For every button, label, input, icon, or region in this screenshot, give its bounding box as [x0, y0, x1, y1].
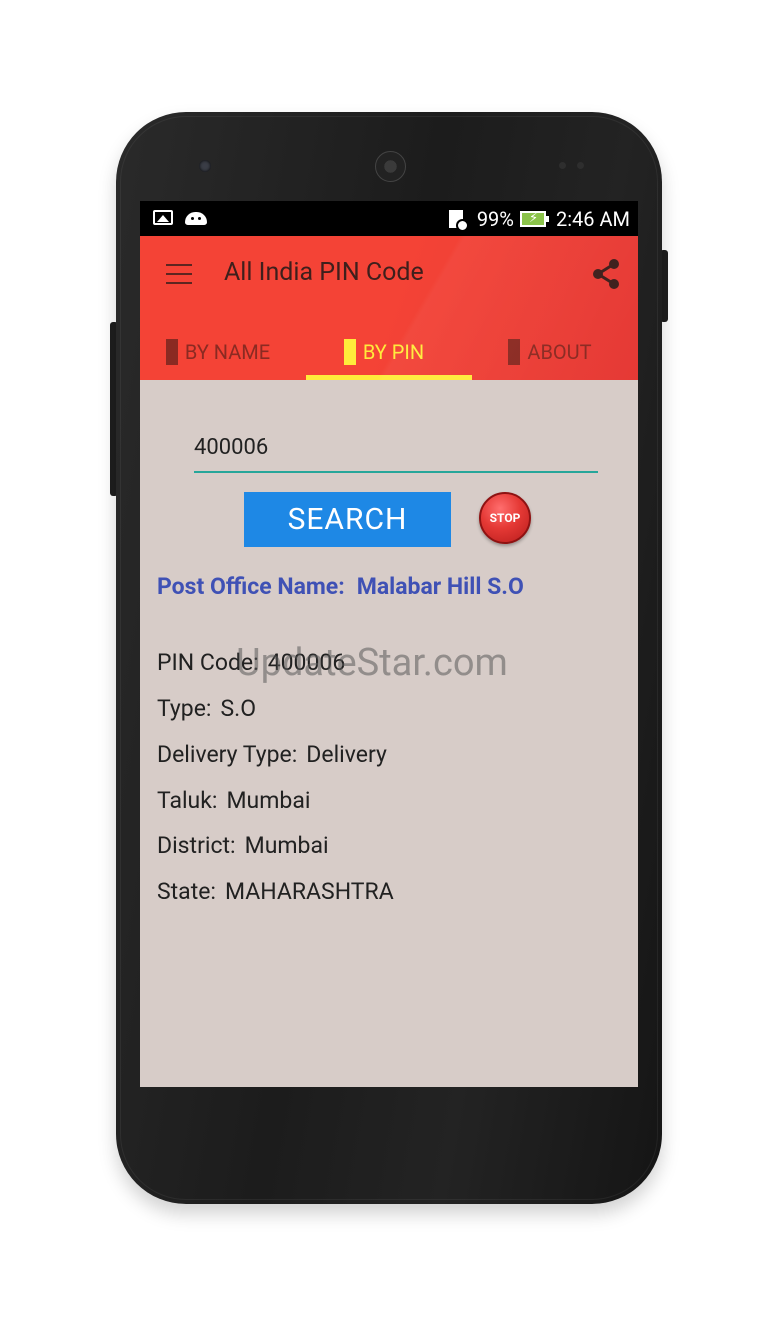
- tab-indicator: [306, 375, 472, 380]
- stop-label: STOP: [489, 511, 521, 525]
- screen: 99% ⚡ 2:46 AM All India PIN Code BY NAME…: [140, 201, 638, 1087]
- stop-button[interactable]: STOP: [479, 492, 531, 544]
- detail-row-pin-code: PIN Code: 400006: [157, 649, 345, 676]
- detail-label: Type:: [157, 695, 212, 722]
- search-button[interactable]: SEARCH: [244, 492, 451, 547]
- tab-marker-icon: [508, 339, 521, 365]
- tab-bar: BY NAME BY PIN ABOUT: [140, 324, 638, 380]
- battery-charging-icon: ⚡: [519, 211, 549, 227]
- detail-value: MAHARASHTRA: [224, 878, 394, 905]
- android-icon: [185, 212, 207, 225]
- post-office-value: Malabar Hill S.O: [356, 573, 524, 600]
- detail-label: Delivery Type:: [157, 741, 298, 768]
- detail-row-type: Type: S.O: [157, 695, 256, 722]
- image-icon: [153, 210, 173, 225]
- detail-value: Mumbai: [244, 832, 329, 859]
- detail-row-district: District: Mumbai: [157, 832, 329, 859]
- tab-about[interactable]: ABOUT: [472, 324, 638, 380]
- detail-row-delivery-type: Delivery Type: Delivery: [157, 741, 387, 768]
- detail-label: PIN Code:: [157, 649, 259, 676]
- share-icon[interactable]: [590, 258, 622, 290]
- post-office-name: Post Office Name: Malabar Hill S.O: [157, 573, 524, 600]
- proximity-sensor: [559, 162, 566, 169]
- detail-label: State:: [157, 878, 216, 905]
- app-title: All India PIN Code: [224, 258, 424, 287]
- detail-value: S.O: [220, 695, 257, 722]
- tab-marker-icon: [343, 339, 356, 365]
- pin-input[interactable]: [194, 427, 598, 473]
- tab-by-name[interactable]: BY NAME: [140, 324, 306, 380]
- battery-percent: 99%: [476, 207, 514, 231]
- tab-label: ABOUT: [527, 340, 592, 364]
- detail-label: Taluk:: [157, 787, 218, 814]
- detail-value: Mumbai: [226, 787, 311, 814]
- detail-row-taluk: Taluk: Mumbai: [157, 787, 310, 814]
- detail-value: Delivery: [306, 741, 387, 768]
- post-office-label: Post Office Name:: [157, 573, 345, 600]
- sd-card-icon: [448, 210, 469, 232]
- detail-value: 400006: [267, 649, 346, 676]
- menu-icon[interactable]: [166, 264, 192, 284]
- earpiece-speaker: [375, 151, 406, 182]
- tab-label: BY NAME: [184, 340, 271, 364]
- detail-row-state: State: MAHARASHTRA: [157, 878, 394, 905]
- tab-marker-icon: [165, 339, 178, 365]
- light-sensor: [577, 162, 584, 169]
- clock: 2:46 AM: [555, 207, 630, 231]
- status-bar: 99% ⚡ 2:46 AM: [140, 201, 638, 236]
- detail-label: District:: [157, 832, 236, 859]
- tab-label: BY PIN: [362, 340, 425, 364]
- tab-by-pin[interactable]: BY PIN: [306, 324, 472, 380]
- app-bar: All India PIN Code BY NAME BY PIN ABOUT: [140, 236, 638, 380]
- front-camera: [199, 160, 211, 172]
